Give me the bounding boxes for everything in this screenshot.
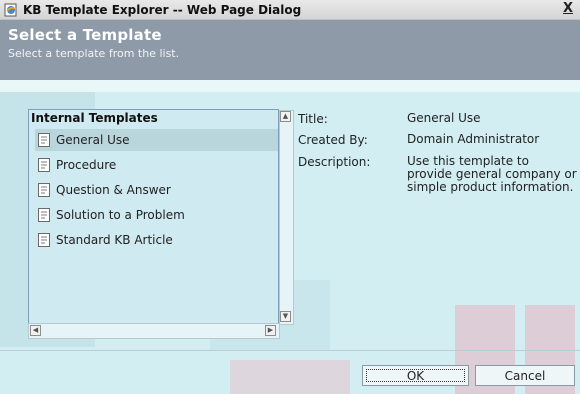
header-subtitle: Select a template from the list. xyxy=(8,47,180,60)
header-title: Select a Template xyxy=(8,26,162,44)
title-label: Title: xyxy=(298,112,328,126)
list-item-label: Standard KB Article xyxy=(56,233,173,247)
list-item-standard-kb[interactable]: Standard KB Article xyxy=(35,229,278,251)
list-item-label: Question & Answer xyxy=(56,183,171,197)
dialog-title: KB Template Explorer -- Web Page Dialog xyxy=(23,2,302,17)
button-divider xyxy=(0,350,580,351)
title-value: General Use xyxy=(407,111,481,125)
list-item-procedure[interactable]: Procedure xyxy=(35,154,278,176)
focus-ring xyxy=(366,369,465,382)
cancel-label: Cancel xyxy=(504,369,546,383)
list-heading: Internal Templates xyxy=(31,111,158,125)
close-button[interactable]: X xyxy=(560,1,576,16)
list-item-general-use[interactable]: General Use xyxy=(35,129,278,151)
dialog-header: Select a Template Select a template from… xyxy=(0,20,580,80)
ie-page-icon xyxy=(4,3,17,16)
document-icon xyxy=(38,208,50,222)
scroll-left-icon[interactable]: ◀ xyxy=(30,325,41,336)
list-item-label: General Use xyxy=(56,133,130,147)
cancel-button[interactable]: Cancel xyxy=(475,365,575,386)
document-icon xyxy=(38,158,50,172)
vertical-scrollbar[interactable]: ▲ ▼ xyxy=(279,110,294,325)
scroll-down-icon[interactable]: ▼ xyxy=(280,311,291,322)
template-list[interactable]: Internal Templates General Use Procedure… xyxy=(28,109,279,339)
list-item-label: Procedure xyxy=(56,158,117,172)
created-by-value: Domain Administrator xyxy=(407,132,540,146)
ok-button[interactable]: OK xyxy=(362,365,469,386)
scroll-right-icon[interactable]: ▶ xyxy=(265,325,276,336)
scroll-up-icon[interactable]: ▲ xyxy=(280,111,291,122)
dialog-content: Internal Templates General Use Procedure… xyxy=(0,80,580,394)
description-value: Use this template to provide general com… xyxy=(407,154,577,194)
document-icon xyxy=(38,133,50,147)
document-icon xyxy=(38,233,50,247)
list-item-question-answer[interactable]: Question & Answer xyxy=(35,179,278,201)
description-label: Description: xyxy=(298,155,371,169)
horizontal-scrollbar[interactable]: ◀ ▶ xyxy=(28,323,280,339)
list-item-label: Solution to a Problem xyxy=(56,208,185,222)
dialog-titlebar: KB Template Explorer -- Web Page Dialog … xyxy=(0,0,580,20)
list-item-solution[interactable]: Solution to a Problem xyxy=(35,204,278,226)
created-by-label: Created By: xyxy=(298,133,368,147)
document-icon xyxy=(38,183,50,197)
